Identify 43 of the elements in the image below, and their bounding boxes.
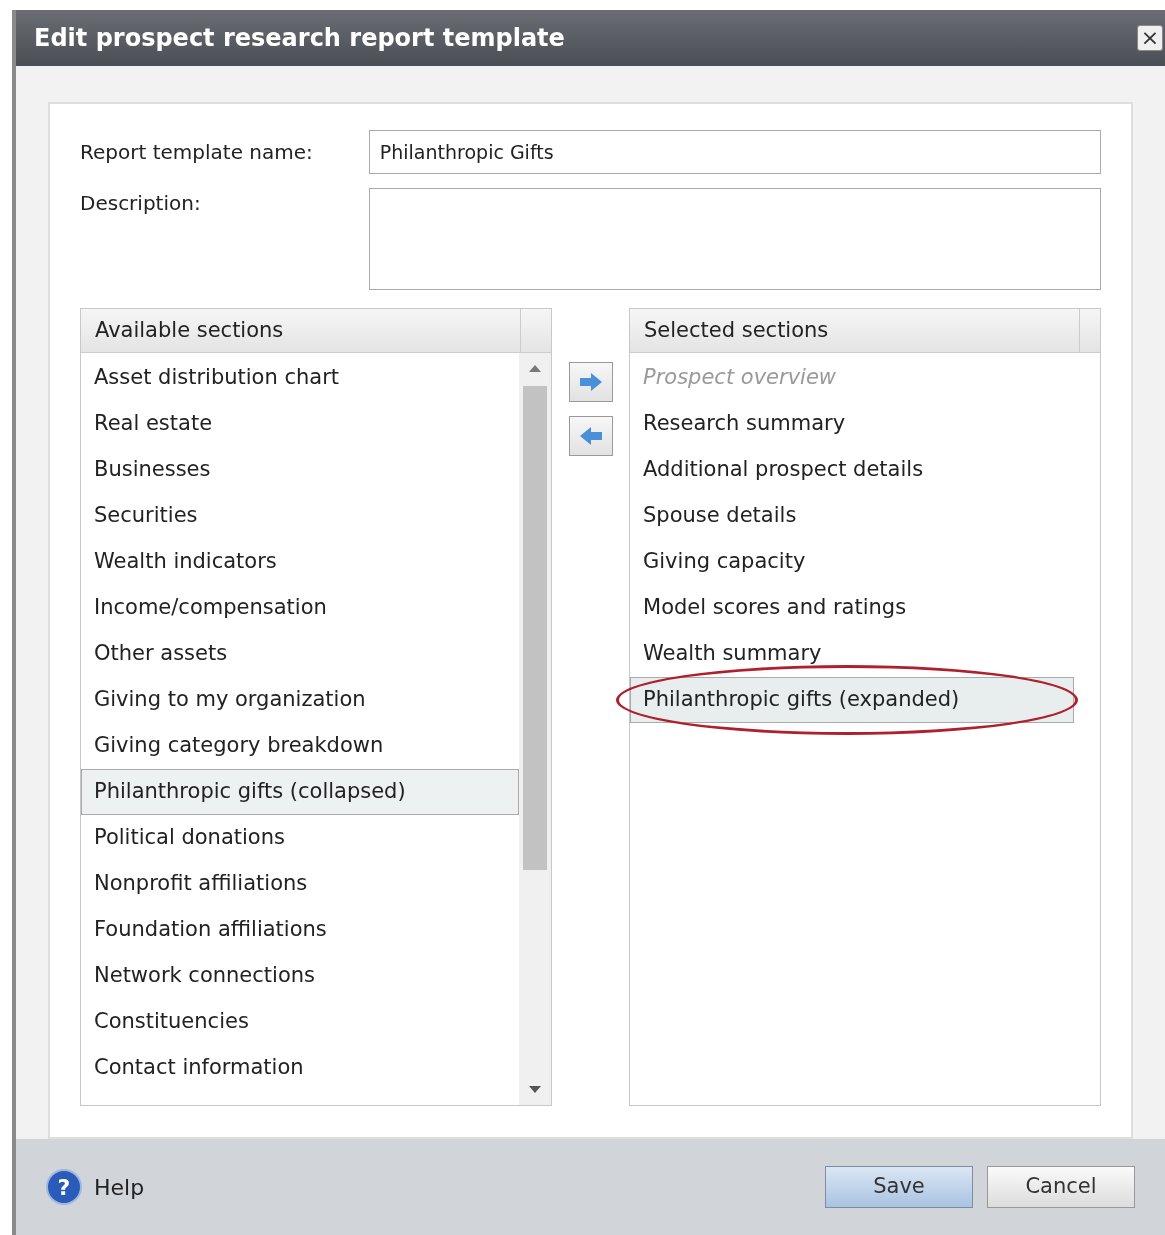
left-arrow-icon [578,426,603,446]
list-item[interactable]: Political donations [81,815,519,861]
list-item[interactable]: Philanthropic gifts (collapsed) [81,769,519,815]
list-item[interactable]: Businesses [81,447,519,493]
list-item[interactable]: Research summary [630,401,1074,447]
description-field[interactable] [368,188,1101,290]
field-label: Report template name: [80,139,314,166]
list-item[interactable]: Asset distribution chart [81,355,519,401]
scroll-down-icon[interactable] [529,1086,541,1093]
name-field[interactable]: Philanthropic Gifts [368,130,1101,174]
list-item[interactable]: Wealth indicators [81,539,519,585]
list-item[interactable]: Securities [81,493,519,539]
list-item[interactable]: Wealth summary [630,631,1074,677]
field-label: Description: [80,190,202,217]
list-item[interactable]: Real estate [81,401,519,447]
list-item[interactable]: Foundation affiliations [81,907,519,953]
scroll-up-icon[interactable] [529,365,541,372]
list-item[interactable]: Constituencies [81,999,519,1045]
scrollbar[interactable] [519,353,551,1105]
column-header: Selected sections [630,309,1080,352]
right-arrow-icon [578,372,603,392]
list-item[interactable]: Giving capacity [630,539,1074,585]
column-header: Available sections [81,309,521,352]
list-item[interactable]: Additional prospect details [630,447,1074,493]
list-item[interactable]: Income/compensation [81,585,519,631]
remove-button[interactable] [568,416,613,456]
list-item[interactable]: Giving category breakdown [81,723,519,769]
list-item[interactable]: Contact information [81,1045,519,1091]
list-item[interactable]: Other assets [81,631,519,677]
help-icon[interactable]: ? [46,1169,82,1205]
list-item[interactable]: Philanthropic gifts (expanded) [630,677,1074,723]
scrollbar-thumb[interactable] [523,386,547,870]
add-button[interactable] [568,362,613,402]
help-link[interactable]: Help [94,1170,145,1204]
list-item[interactable]: Spouse details [630,493,1074,539]
list-item[interactable]: Nonprofit affiliations [81,861,519,907]
close-button[interactable]: × [1137,25,1163,51]
list-item[interactable]: Network connections [81,953,519,999]
list-item[interactable]: Giving to my organization [81,677,519,723]
list-item[interactable]: Model scores and ratings [630,585,1074,631]
cancel-button[interactable]: Cancel [987,1166,1135,1208]
window-title: Edit prospect research report template [34,23,565,54]
save-button[interactable]: Save [825,1166,973,1208]
